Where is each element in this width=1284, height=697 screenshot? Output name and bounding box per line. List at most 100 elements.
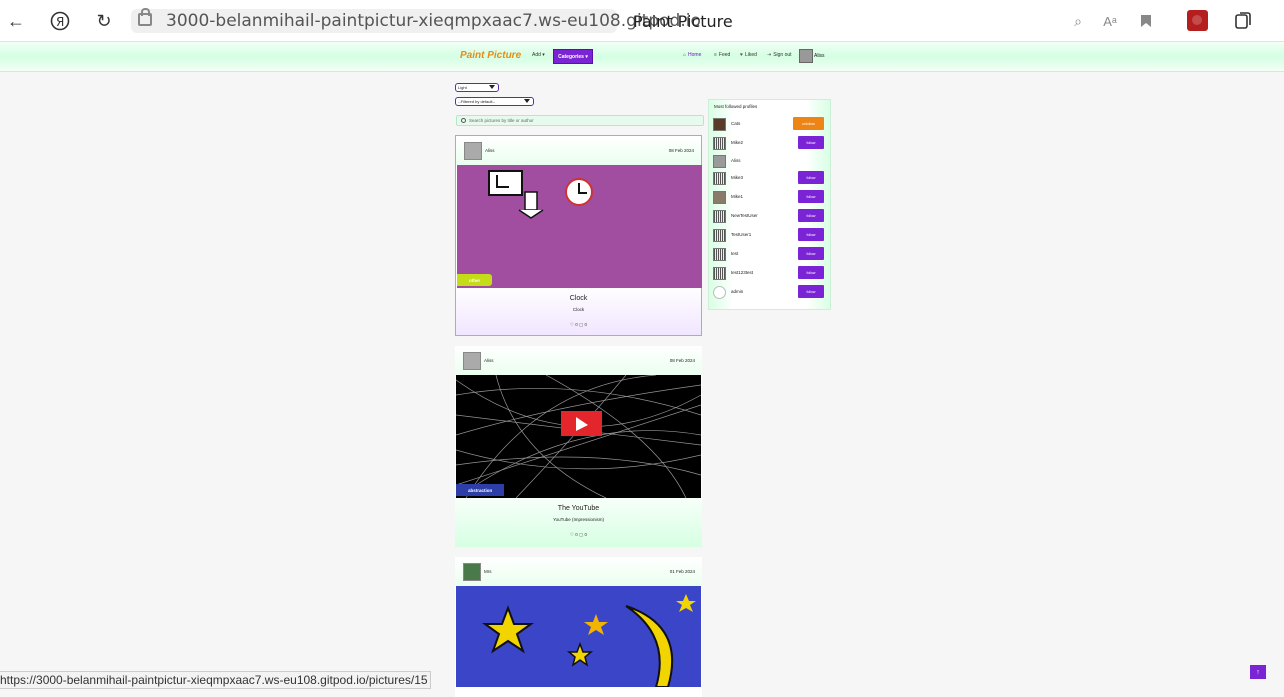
profile-row: test123test follow (713, 266, 825, 280)
avatar[interactable] (713, 267, 726, 280)
post-card[interactable]: Aliss 08 Feb 2024 other Clock Clock ♡ 0 … (455, 135, 702, 336)
profile-row: Aliss (713, 154, 825, 168)
back-icon[interactable]: ← (4, 9, 28, 33)
profile-row: Mike3 follow (713, 171, 825, 185)
follow-button[interactable]: follow (798, 266, 824, 279)
lock-icon[interactable] (138, 8, 152, 26)
author-avatar[interactable] (463, 352, 481, 370)
nav-signout[interactable]: ⇥ Sign out (767, 52, 792, 58)
status-bar-url: https://3000-belanmihail-paintpictur-xie… (0, 671, 431, 689)
avatar[interactable] (799, 49, 813, 63)
profile-name[interactable]: admin (731, 289, 743, 294)
collections-icon[interactable] (1231, 9, 1255, 33)
profile-row: Mike2 follow (713, 136, 825, 150)
profile-name[interactable]: Mike1 (731, 194, 743, 199)
profile-row: test follow (713, 247, 825, 261)
category-tag[interactable]: abstraction (456, 484, 505, 496)
signout-icon: ⇥ (767, 52, 772, 58)
stars-drawing (481, 594, 696, 687)
profile-name[interactable]: Aliss (731, 158, 741, 163)
youtube-drawing (456, 375, 701, 498)
search-icon[interactable]: ⌕ (1066, 9, 1090, 33)
most-followed-profiles: Most followed profiles Cats unfollow Mik… (708, 99, 831, 310)
post-image[interactable]: abstraction (456, 375, 701, 498)
avatar[interactable] (713, 248, 726, 261)
follow-button[interactable]: follow (798, 209, 824, 222)
post-author[interactable]: Aliss (485, 148, 495, 153)
comment-icon[interactable]: ▢ (579, 532, 583, 537)
follow-button[interactable]: follow (798, 190, 824, 203)
nav-feed[interactable]: ≡ Feed (714, 52, 730, 58)
post-header (455, 557, 702, 586)
home-icon: ⌂ (683, 52, 687, 58)
yandex-icon[interactable]: Я (48, 9, 72, 33)
back-to-top-button[interactable]: ↑ (1250, 665, 1266, 679)
avatar[interactable] (713, 210, 726, 223)
post-card[interactable]: Mrs 01 Feb 2024 (455, 557, 702, 697)
profile-name[interactable]: test (731, 251, 738, 256)
post-stats: ♡ 0 ▢ 0 (569, 532, 588, 537)
profile-name[interactable]: Cats (731, 121, 740, 126)
nav-username[interactable]: Aliss (814, 53, 825, 59)
post-title[interactable]: The YouTube (455, 505, 702, 512)
tab-title: Paint Picture (633, 12, 733, 31)
heart-icon[interactable]: ♡ (570, 532, 574, 537)
svg-text:Я: Я (56, 15, 64, 29)
follow-button[interactable]: follow (798, 247, 824, 260)
translate-icon[interactable]: Aᵃ (1098, 9, 1122, 33)
theme-select[interactable]: Light (455, 83, 499, 92)
reload-icon[interactable]: ↻ (92, 9, 116, 33)
profile-row: NewTestUser follow (713, 209, 825, 223)
post-title[interactable]: Clock (456, 295, 701, 302)
site-navbar (0, 42, 1284, 72)
unfollow-button[interactable]: unfollow (793, 117, 824, 130)
nav-home[interactable]: ⌂ Home (683, 52, 701, 58)
categories-dropdown[interactable]: Categories ▾ (553, 49, 593, 64)
url-text[interactable]: 3000-belanmihail-paintpictur-xieqmpxaac7… (166, 11, 701, 31)
post-date: 08 Feb 2024 (668, 148, 694, 153)
search-icon (461, 118, 466, 123)
avatar[interactable] (713, 229, 726, 242)
follow-button[interactable]: follow (798, 228, 824, 241)
user-placeholder-icon[interactable] (713, 286, 726, 299)
follow-button[interactable]: follow (798, 136, 824, 149)
post-author[interactable]: Mrs (484, 569, 492, 574)
profile-name[interactable]: NewTestUser (731, 213, 758, 218)
post-image[interactable]: other (457, 165, 702, 288)
avatar[interactable] (713, 191, 726, 204)
filter-select[interactable]: --Filtered by default-- (455, 97, 534, 106)
avatar[interactable] (713, 172, 726, 185)
bookmark-icon[interactable] (1134, 9, 1158, 33)
post-subtitle: YouTube (Impressionism) (553, 517, 604, 522)
follow-button[interactable]: follow (798, 171, 824, 184)
profile-name[interactable]: Mike3 (731, 175, 743, 180)
comment-icon[interactable]: ▢ (579, 322, 583, 327)
extension-avatar-icon[interactable] (1187, 10, 1208, 31)
profile-name[interactable]: Mike2 (731, 140, 743, 145)
post-author[interactable]: Aliss (484, 358, 494, 363)
profile-name[interactable]: TestUser1 (731, 232, 751, 237)
add-dropdown[interactable]: Add ▾ (532, 52, 545, 58)
browser-toolbar: ← Я ↻ 3000-belanmihail-paintpictur-xieqm… (0, 0, 1284, 42)
post-stats: ♡ 0 ▢ 0 (569, 322, 588, 327)
follow-button[interactable]: follow (798, 285, 824, 298)
heart-icon[interactable]: ♡ (570, 322, 574, 327)
post-date: 01 Feb 2024 (669, 569, 695, 574)
search-input[interactable]: Search pictures by title or author (456, 115, 704, 126)
brand-logo[interactable]: Paint Picture (460, 50, 521, 61)
author-avatar[interactable] (463, 563, 481, 581)
post-card[interactable]: Aliss 08 Feb 2024 abstraction The YouTub… (455, 346, 702, 547)
profile-name[interactable]: test123test (731, 270, 753, 275)
post-image[interactable] (456, 586, 701, 687)
profile-row: Cats unfollow (713, 117, 825, 131)
sidebar-heading: Most followed profiles (714, 104, 758, 109)
feed-icon: ≡ (714, 52, 717, 58)
heart-icon: ♥ (740, 52, 743, 58)
nav-liked[interactable]: ♥ Liked (740, 52, 757, 58)
avatar[interactable] (713, 137, 726, 150)
author-avatar[interactable] (464, 142, 482, 160)
post-subtitle: Clock (572, 307, 585, 312)
avatar[interactable] (713, 155, 726, 168)
category-tag[interactable]: other (457, 274, 493, 286)
avatar[interactable] (713, 118, 726, 131)
